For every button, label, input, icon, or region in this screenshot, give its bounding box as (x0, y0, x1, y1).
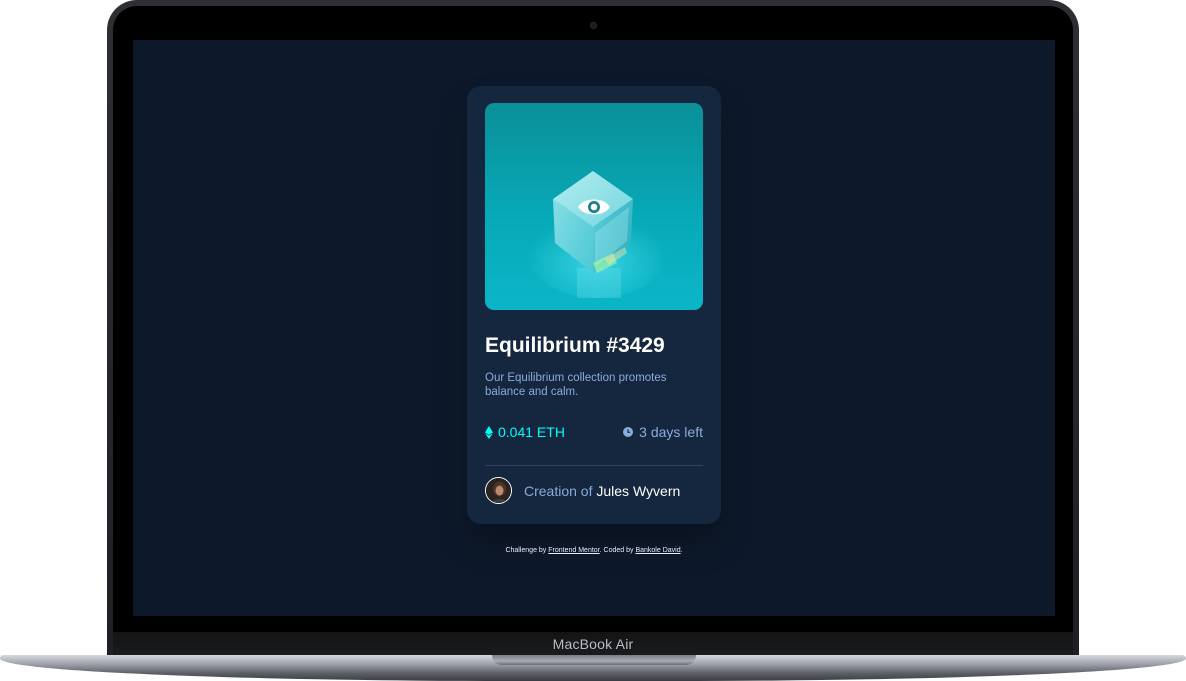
time-remaining: 3 days left (623, 424, 703, 440)
laptop-base-notch (492, 655, 696, 665)
price-value: 0.041 ETH (498, 424, 565, 440)
nft-title[interactable]: Equilibrium #3429 (485, 334, 665, 358)
nft-card: Equilibrium #3429 Our Equilibrium collec… (467, 86, 721, 524)
frontend-mentor-link[interactable]: Frontend Mentor (548, 547, 599, 554)
creator-row: Creation of Jules Wyvern (485, 477, 680, 504)
attribution: Challenge by Frontend Mentor. Coded by B… (133, 547, 1055, 554)
attribution-prefix: Challenge by (505, 547, 547, 554)
clock-icon (623, 427, 634, 437)
nft-image[interactable] (485, 103, 703, 310)
attribution-suffix: . (680, 547, 683, 554)
screen: Equilibrium #3429 Our Equilibrium collec… (133, 40, 1055, 616)
device-label: MacBook Air (552, 636, 634, 652)
card-divider (485, 465, 703, 466)
nft-cube-artwork (485, 103, 703, 310)
creator-text: Creation of Jules Wyvern (524, 483, 680, 499)
creator-name[interactable]: Jules Wyvern (596, 483, 680, 499)
time-left-value: 3 days left (639, 424, 703, 440)
nft-description: Our Equilibrium collection promotes bala… (485, 372, 667, 398)
avatar-image (486, 478, 511, 503)
attribution-middle: . Coded by (599, 547, 634, 554)
avatar (485, 477, 512, 504)
webcam (590, 22, 597, 29)
creator-prefix: Creation of (524, 482, 593, 499)
ethereum-icon (485, 425, 493, 439)
author-link[interactable]: Bankole David (635, 547, 680, 554)
nft-price: 0.041 ETH (485, 424, 565, 440)
